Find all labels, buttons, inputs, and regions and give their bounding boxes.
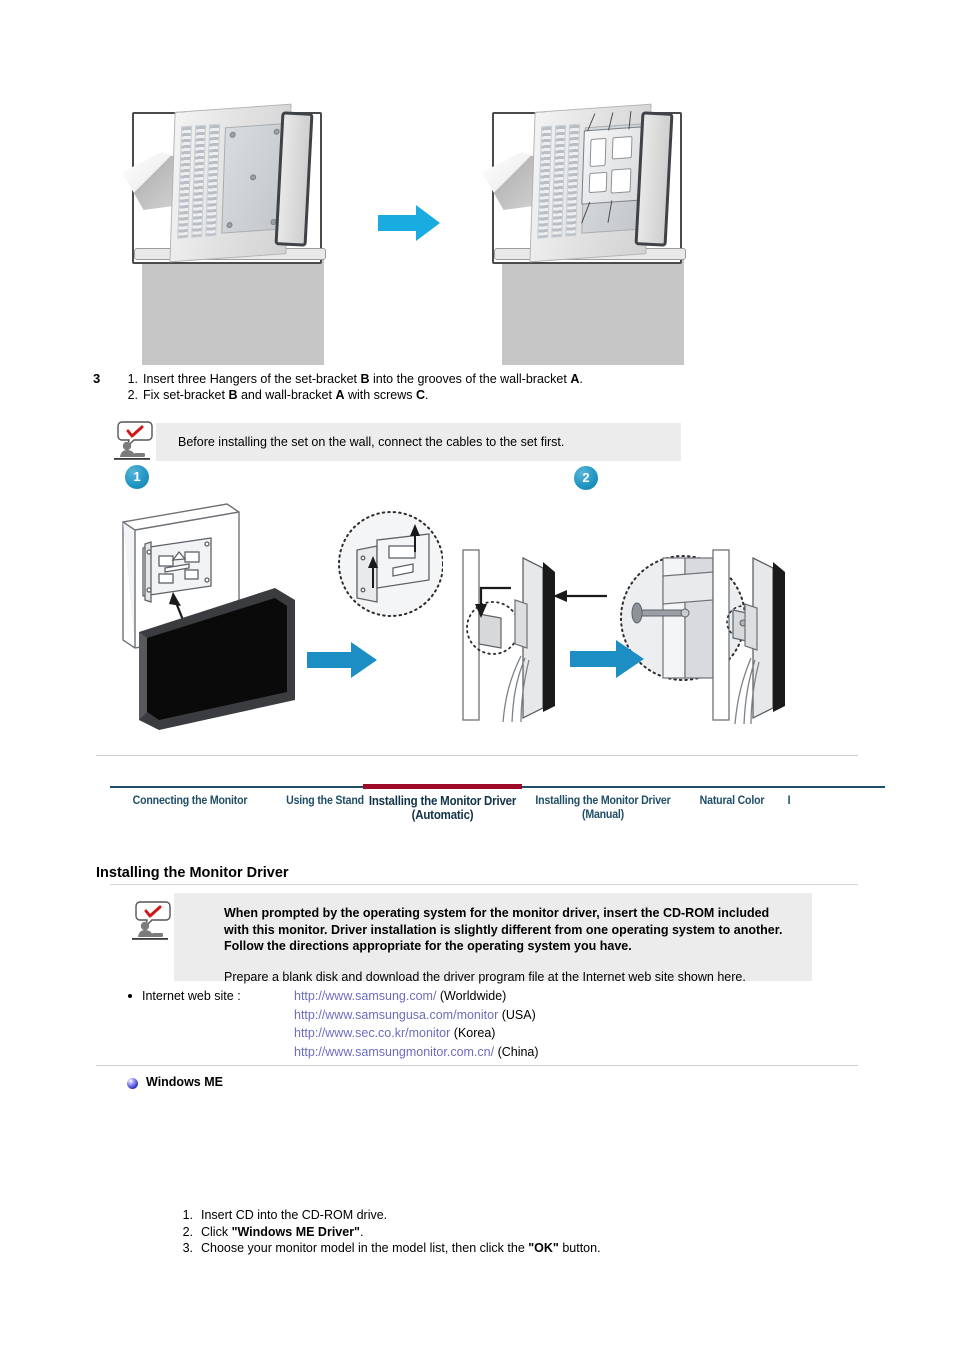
list-item: 1. Insert CD into the CD-ROM drive.: [175, 1207, 825, 1224]
os-section-heading: Windows ME: [127, 1075, 223, 1089]
desk-surface: [502, 255, 684, 365]
screw-hole: [229, 131, 236, 139]
list-item: http://www.samsungusa.com/monitor (USA): [294, 1006, 539, 1025]
lineart-detail-circle-1: [338, 511, 443, 617]
list-item: 2. Click "Windows ME Driver".: [175, 1224, 825, 1241]
tab-next-clipped[interactable]: I: [783, 794, 796, 808]
tab-natural-color[interactable]: Natural Color: [686, 794, 778, 808]
links-column: http://www.samsung.com/ (Worldwide) http…: [294, 987, 539, 1061]
internet-web-site-block: Internet web site : http://www.samsung.c…: [128, 987, 828, 1059]
screw-hole: [226, 221, 233, 229]
link-region: (China): [494, 1044, 539, 1059]
link-region: (USA): [498, 1007, 536, 1022]
screw-callout: [607, 200, 613, 223]
step-3-list: 1. Insert three Hangers of the set-brack…: [93, 371, 793, 403]
wall-bracket-assembly-figure: [122, 100, 690, 365]
link-korea[interactable]: http://www.sec.co.kr/monitor: [294, 1026, 450, 1040]
blue-sphere-bullet-icon: [127, 1078, 138, 1089]
hanger-callout: [587, 113, 596, 132]
screw-hole: [273, 128, 280, 135]
list-marker: 1.: [127, 372, 138, 386]
link-worldwide[interactable]: http://www.samsung.com/: [294, 989, 436, 1003]
bullet-icon: [128, 994, 132, 998]
tab-label: Installing the Monitor Driver: [535, 795, 671, 807]
photo-panel-after: [482, 100, 690, 365]
tab-installing-the-monitor-driver-automatic[interactable]: Installing the Monitor Driver (Automatic…: [367, 794, 519, 822]
list-item: 1. Insert three Hangers of the set-brack…: [128, 371, 793, 387]
right-arrow-icon: [570, 640, 644, 678]
page-title: Installing the Monitor Driver: [96, 864, 289, 881]
tab-installing-the-monitor-driver-manual[interactable]: Installing the Monitor Driver (Manual): [534, 794, 672, 822]
divider-above-tabs: [96, 755, 858, 756]
bracket-slot: [610, 168, 632, 194]
step-3-instructions: 3 1. Insert three Hangers of the set-bra…: [93, 371, 793, 403]
tab-label: I: [787, 795, 791, 807]
photo-panel-before: [122, 100, 330, 365]
list-marker: 2.: [182, 1224, 193, 1239]
tab-sublabel: (Automatic): [411, 808, 474, 822]
list-text: Click "Windows ME Driver".: [201, 1224, 364, 1239]
set-bracket: [581, 126, 642, 205]
note-text: Before installing the set on the wall, c…: [178, 435, 565, 449]
list-text: Fix set-bracket B and wall-bracket A wit…: [143, 388, 429, 402]
list-text: Choose your monitor model in the model l…: [201, 1241, 601, 1255]
list-item: 3. Choose your monitor model in the mode…: [175, 1240, 825, 1257]
list-item: http://www.sec.co.kr/monitor (Korea): [294, 1024, 539, 1043]
list-marker: 2.: [127, 388, 138, 402]
section-tab-bar: Connecting the Monitor Using the Stand I…: [110, 784, 885, 834]
list-text: Insert CD into the CD-ROM drive.: [201, 1208, 388, 1222]
vent-slot: [177, 125, 193, 239]
link-region: (Korea): [450, 1026, 496, 1040]
right-arrow-icon: [378, 205, 440, 241]
vent-slot: [191, 124, 207, 238]
divider-under-links: [96, 1065, 858, 1066]
link-region: (Worldwide): [436, 989, 507, 1003]
tab-connecting-the-monitor[interactable]: Connecting the Monitor: [116, 794, 263, 808]
list-item: http://www.samsung.com/ (Worldwide): [294, 987, 539, 1006]
link-china[interactable]: http://www.samsungmonitor.com.cn/: [294, 1045, 494, 1059]
note-box: When prompted by the operating system fo…: [174, 893, 812, 984]
list-item: 2. Fix set-bracket B and wall-bracket A …: [128, 387, 793, 403]
step-badge-2: 2: [574, 466, 598, 490]
right-arrow-icon: [307, 642, 377, 678]
list-marker: 1.: [182, 1208, 193, 1222]
tab-label: Using the Stand: [286, 795, 364, 807]
bracket-slot: [589, 137, 607, 168]
screw-hole: [250, 174, 257, 181]
note-strong-text: When prompted by the operating system fo…: [224, 906, 783, 953]
active-tab-indicator: [363, 784, 522, 789]
link-usa[interactable]: http://www.samsungusa.com/monitor: [294, 1008, 498, 1022]
monitor-rear-chassis: [529, 103, 652, 263]
tab-sublabel: (Manual): [581, 809, 625, 821]
links-label: Internet web site :: [142, 989, 241, 1003]
tab-label: Installing the Monitor Driver: [368, 794, 517, 808]
vent-slot: [551, 124, 567, 238]
list-item: http://www.samsungmonitor.com.cn/ (China…: [294, 1043, 539, 1062]
list-text: Insert three Hangers of the set-bracket …: [143, 372, 583, 386]
vent-slot: [565, 123, 581, 237]
vent-slot: [537, 125, 553, 239]
bracket-slot: [588, 171, 608, 194]
tab-label: Connecting the Monitor: [132, 795, 248, 807]
screw-callout: [581, 201, 591, 224]
note-person-check-icon: [132, 901, 171, 940]
note-box: Before installing the set on the wall, c…: [156, 423, 681, 461]
bracket-slot: [611, 136, 633, 160]
note-person-check-icon: [114, 421, 153, 460]
driver-install-steps: 1. Insert CD into the CD-ROM drive. 2. C…: [175, 1207, 825, 1257]
wall-mount-installation-figure: 1 2: [115, 460, 795, 730]
note-plain-text: Prepare a blank disk and download the dr…: [224, 969, 746, 984]
divider-under-title: [110, 884, 858, 885]
desk-surface: [142, 255, 324, 365]
step-number: 3: [93, 371, 101, 386]
list-marker: 3.: [182, 1241, 193, 1255]
tab-label: Natural Color: [699, 795, 765, 807]
os-label: Windows ME: [146, 1075, 223, 1089]
tab-using-the-stand[interactable]: Using the Stand: [274, 794, 375, 808]
lineart-panel-3: [712, 549, 785, 725]
monitor-rear-chassis: [169, 103, 292, 263]
vent-slot: [205, 123, 221, 237]
